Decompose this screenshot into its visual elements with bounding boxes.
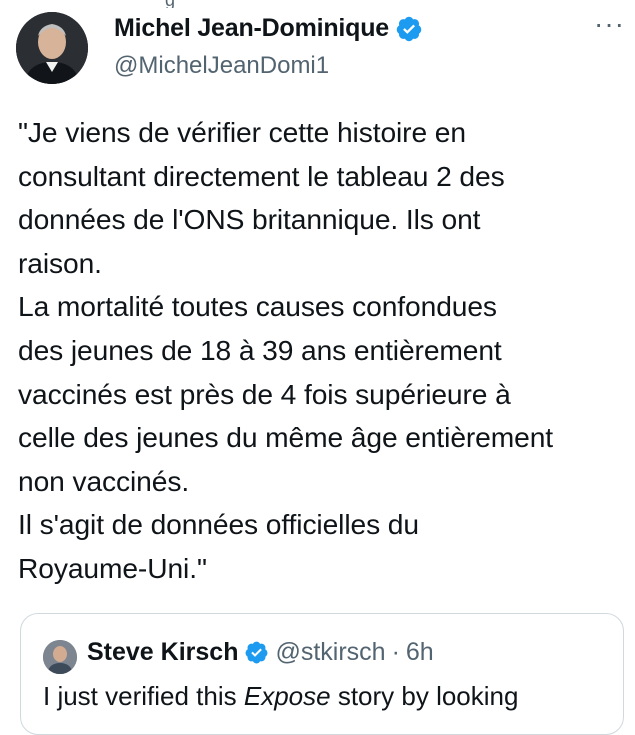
quoted-text-part: I just verified this <box>43 681 244 711</box>
quoted-tweet-time[interactable]: 6h <box>406 638 434 667</box>
meta-separator: · <box>391 638 400 666</box>
previous-content-sliver: g <box>0 0 635 8</box>
quoted-tweet-header: Steve Kirsch @stkirsch · 6h <box>87 638 434 667</box>
quoted-tweet-card[interactable]: Steve Kirsch @stkirsch · 6h I just verif… <box>20 613 624 735</box>
quoted-text-part: story by looking <box>330 681 519 711</box>
more-options-button[interactable]: ··· <box>594 8 625 40</box>
verified-badge-icon <box>396 16 422 41</box>
quoted-author-display-name[interactable]: Steve Kirsch <box>87 638 238 667</box>
quoted-author-handle[interactable]: @stkirsch <box>275 638 385 667</box>
quoted-text-italic: Expose <box>243 681 331 711</box>
author-avatar[interactable] <box>16 12 88 84</box>
author-handle[interactable]: @MichelJeanDomi1 <box>114 52 329 80</box>
profile-photo <box>43 640 77 674</box>
quoted-tweet-text: I just verified this Expose story by loo… <box>43 681 518 712</box>
author-display-name[interactable]: Michel Jean-Dominique <box>114 14 389 43</box>
sliver-text: g <box>165 0 175 8</box>
author-name-row: Michel Jean-Dominique <box>114 14 423 43</box>
tweet-text: "Je viens de vérifier cette histoire en … <box>18 116 554 584</box>
verified-badge-icon <box>246 641 268 664</box>
profile-photo <box>16 12 88 84</box>
quoted-author-avatar[interactable] <box>43 640 77 674</box>
